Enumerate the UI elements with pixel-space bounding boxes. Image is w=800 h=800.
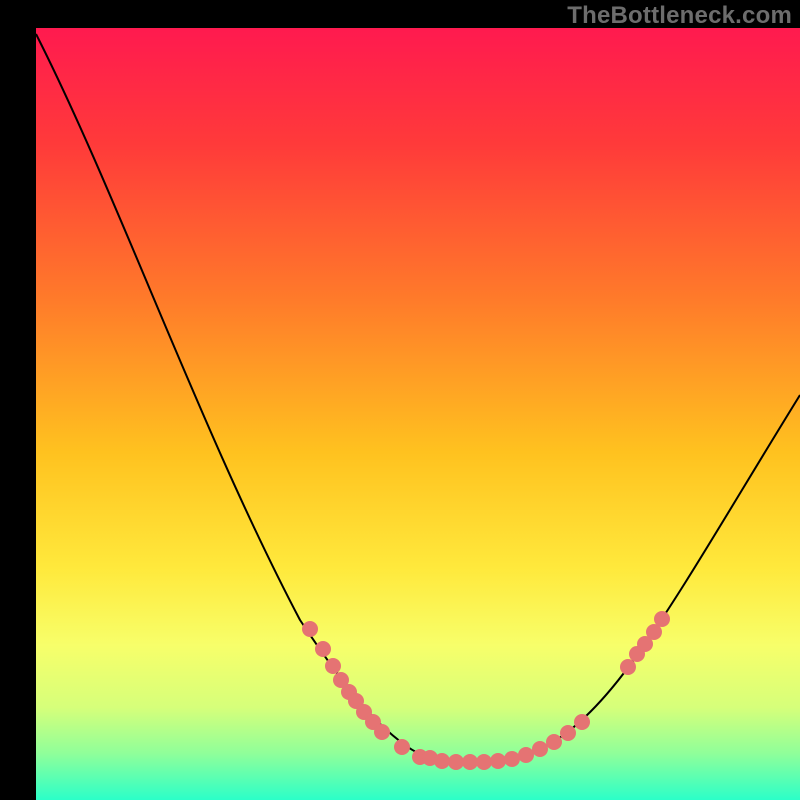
- data-dot: [574, 714, 590, 730]
- data-dot: [518, 747, 534, 763]
- data-dot: [532, 741, 548, 757]
- gradient-background: [36, 28, 800, 800]
- data-dot: [325, 658, 341, 674]
- data-dot: [546, 734, 562, 750]
- data-dot: [302, 621, 318, 637]
- data-dot: [394, 739, 410, 755]
- data-dot: [462, 754, 478, 770]
- data-dot: [490, 753, 506, 769]
- data-dot: [476, 754, 492, 770]
- chart-stage: TheBottleneck.com: [0, 0, 800, 800]
- data-dot: [434, 753, 450, 769]
- attribution-label: TheBottleneck.com: [567, 2, 792, 30]
- data-dot: [448, 754, 464, 770]
- data-dot: [654, 611, 670, 627]
- data-dot: [504, 751, 520, 767]
- data-dot: [560, 725, 576, 741]
- bottleneck-chart: [0, 0, 800, 800]
- data-dot: [315, 641, 331, 657]
- data-dot: [620, 659, 636, 675]
- data-dot: [374, 724, 390, 740]
